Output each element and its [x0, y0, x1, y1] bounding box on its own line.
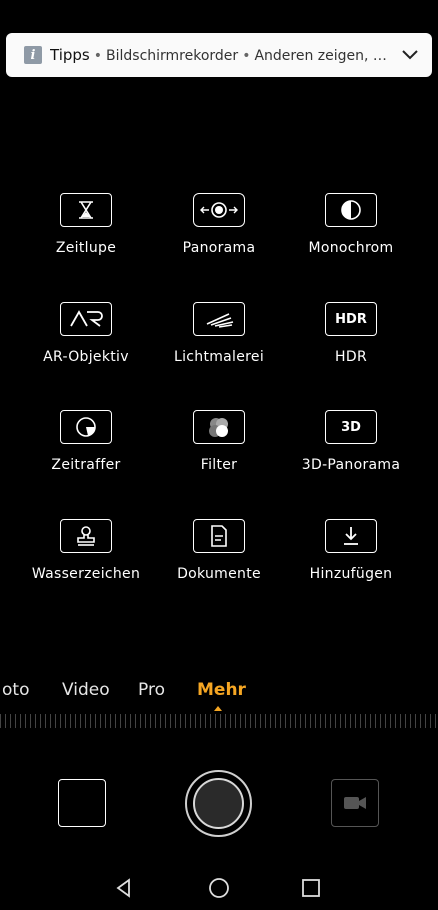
mode-dokumente[interactable]: Dokumente: [146, 519, 292, 582]
chevron-down-icon[interactable]: [398, 43, 422, 67]
mode-foto[interactable]: oto: [2, 680, 29, 700]
mode-zeitraffer[interactable]: Zeitraffer: [13, 410, 159, 473]
recents-button[interactable]: [291, 868, 331, 908]
notification-banner[interactable]: i Tipps • Bildschirmrekorder • Anderen zeige…: [6, 33, 432, 77]
mode-zeitlupe[interactable]: Zeitlupe: [13, 193, 159, 256]
mode-video[interactable]: Video: [62, 680, 110, 700]
navigation-bar: [0, 868, 438, 908]
home-circle-icon: [209, 878, 229, 898]
download-icon: [325, 519, 377, 553]
active-mode-indicator: [214, 706, 222, 711]
back-button[interactable]: [104, 868, 144, 908]
zoom-scale[interactable]: [0, 714, 438, 728]
panorama-icon: [193, 193, 245, 227]
notification-text: Tipps • Bildschirmrekorder • Anderen zeigen,…: [50, 46, 398, 64]
mode-pro[interactable]: Pro: [138, 680, 165, 700]
mode-3d-panorama[interactable]: 3D 3D-Panorama: [278, 410, 424, 473]
mode-wasserzeichen[interactable]: Wasserzeichen: [13, 519, 159, 582]
filter-icon: [193, 410, 245, 444]
mode-panorama[interactable]: Panorama: [146, 193, 292, 256]
mode-lichtmalerei[interactable]: Lichtmalerei: [146, 302, 292, 365]
ar-icon: [60, 302, 112, 336]
shutter-inner: [193, 778, 244, 829]
notification-body: Anderen zeigen, was...: [254, 48, 398, 64]
light-painting-icon: [193, 302, 245, 336]
monochrome-icon: [325, 193, 377, 227]
tips-app-icon: i: [24, 46, 42, 64]
shutter-button[interactable]: [185, 770, 252, 837]
mode-filter[interactable]: Filter: [146, 410, 292, 473]
mode-hdr[interactable]: HDR HDR: [278, 302, 424, 365]
watermark-icon: [60, 519, 112, 553]
mode-monochrom[interactable]: Monochrom: [278, 193, 424, 256]
mode-mehr[interactable]: Mehr: [197, 680, 246, 700]
gallery-thumbnail[interactable]: [58, 779, 106, 827]
time-lapse-icon: [60, 410, 112, 444]
mode-selector[interactable]: oto Video Pro Mehr: [0, 680, 438, 706]
notification-title: Bildschirmrekorder: [106, 48, 239, 64]
document-icon: [193, 519, 245, 553]
notification-app-name: Tipps: [50, 46, 90, 64]
recents-square-icon: [302, 879, 320, 897]
3d-panorama-icon: 3D: [325, 410, 377, 444]
hourglass-icon: [60, 193, 112, 227]
hdr-icon: HDR: [325, 302, 377, 336]
video-camera-icon: [344, 797, 366, 809]
video-record-button[interactable]: [331, 779, 379, 827]
mode-hinzufuegen[interactable]: Hinzufügen: [278, 519, 424, 582]
mode-ar-objektiv[interactable]: AR-Objektiv: [13, 302, 159, 365]
back-triangle-icon: [116, 878, 130, 898]
home-button[interactable]: [199, 868, 239, 908]
